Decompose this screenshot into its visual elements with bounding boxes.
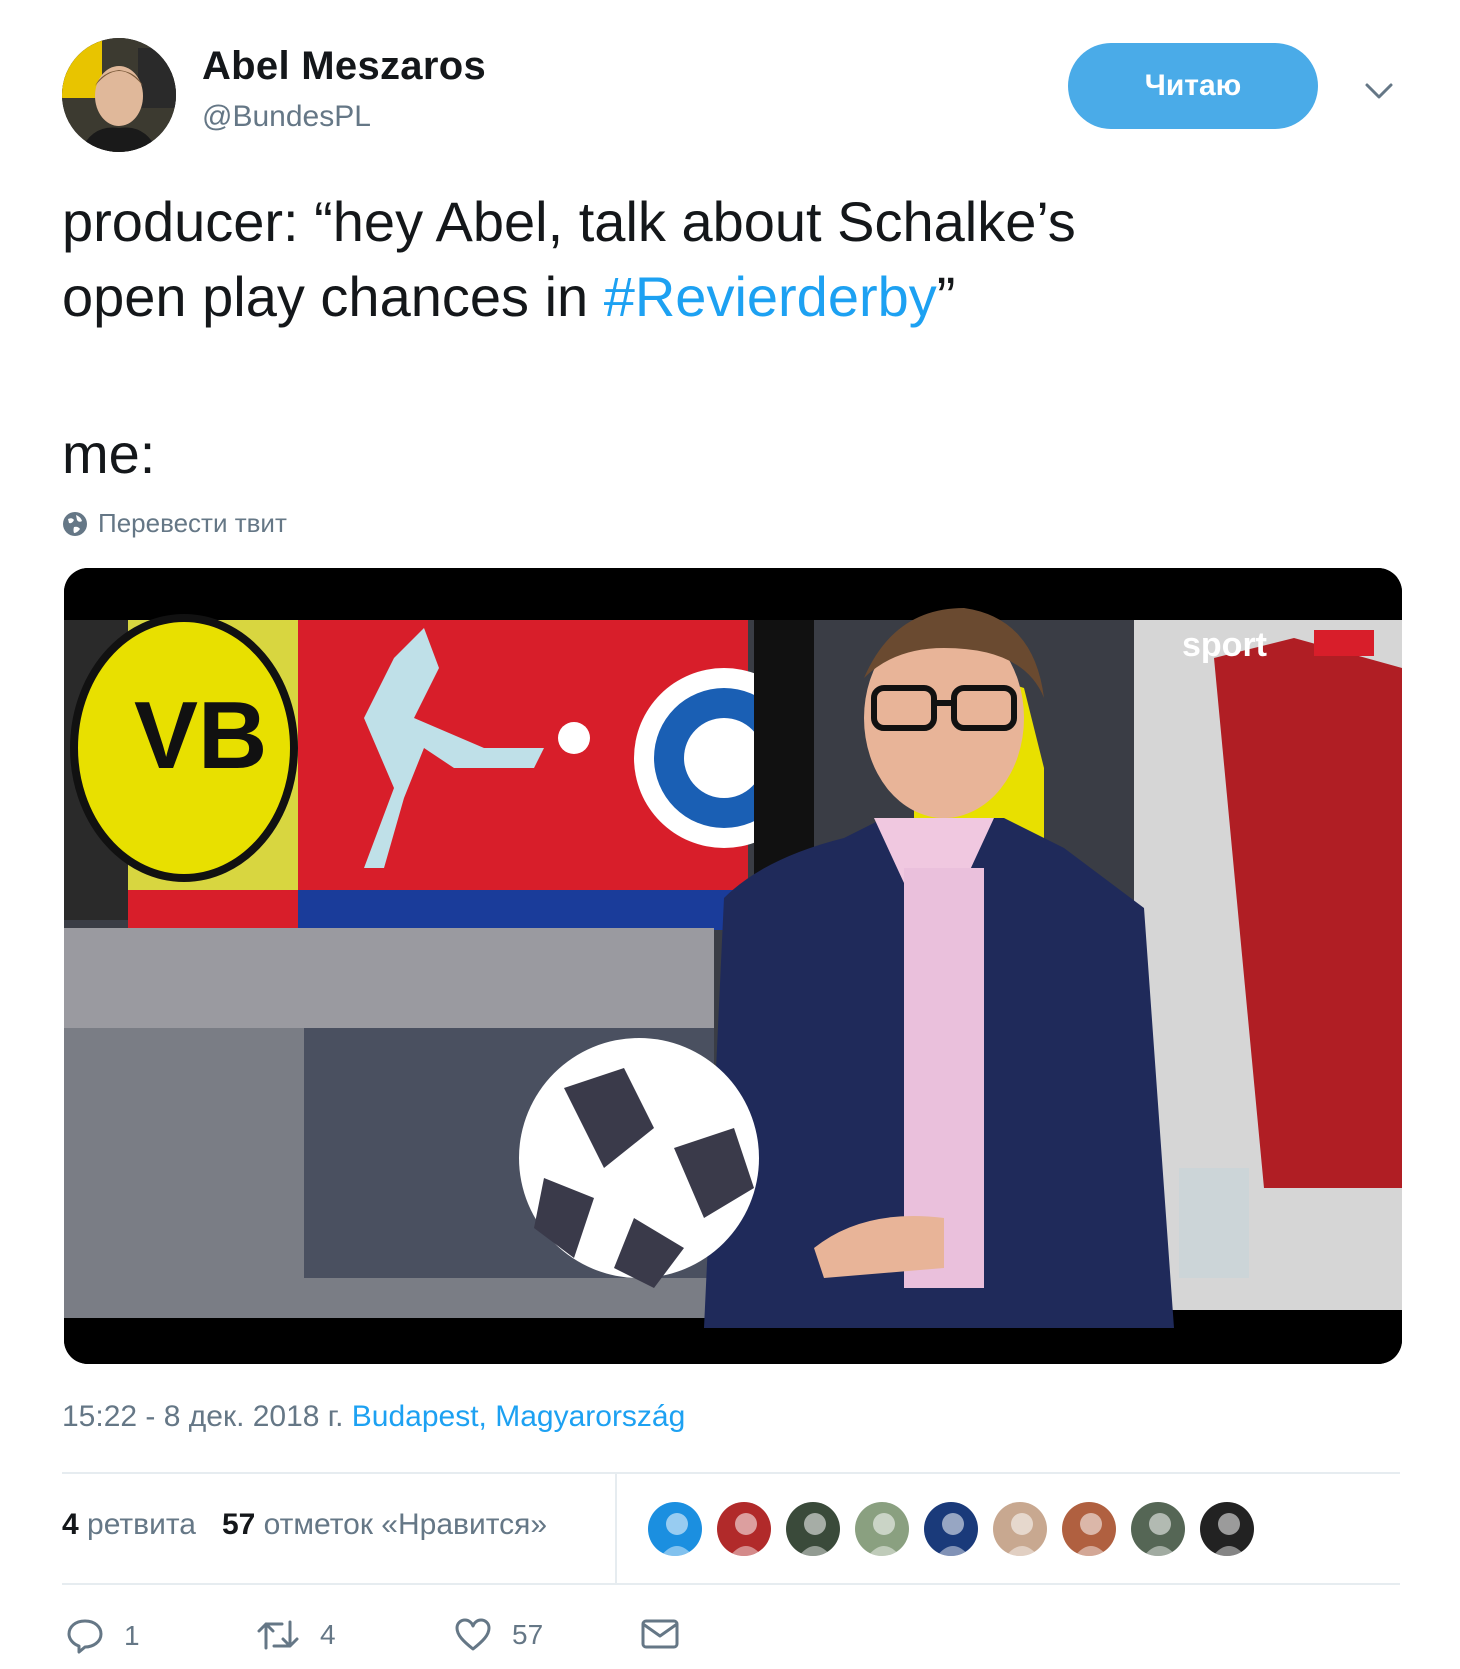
liker-avatar-icon	[1131, 1502, 1185, 1556]
time-date[interactable]: 15:22 - 8 дек. 2018 г.	[62, 1400, 343, 1433]
liker-avatar-icon	[924, 1502, 978, 1556]
liker-avatar-icon	[1062, 1502, 1116, 1556]
liker-avatar-icon	[855, 1502, 909, 1556]
avatar[interactable]	[62, 38, 176, 152]
liker-avatar[interactable]	[1198, 1500, 1256, 1558]
author-handle[interactable]: @BundesPL	[202, 100, 371, 134]
like-button[interactable]: 57	[454, 1618, 543, 1652]
liker-avatar[interactable]	[853, 1500, 911, 1558]
likes-count: 57	[221, 1508, 256, 1541]
likes-stat[interactable]: 57 отметок «Нравится»	[222, 1508, 547, 1542]
location-link[interactable]: Budapest, Magyarország	[352, 1400, 686, 1433]
liker-avatar[interactable]	[991, 1500, 1049, 1558]
likes-label: отметок «Нравится»	[263, 1508, 548, 1541]
liker-avatar-icon	[717, 1502, 771, 1556]
reply-button[interactable]: 1	[66, 1618, 140, 1654]
likers-list	[646, 1500, 1256, 1558]
tv-studio-photo-icon: VB sport	[64, 568, 1402, 1364]
direct-message-button[interactable]	[640, 1618, 680, 1650]
svg-text:sport: sport	[1182, 626, 1267, 664]
heart-icon	[455, 1618, 491, 1651]
divider	[62, 1583, 1400, 1585]
translate-tweet-link[interactable]: Перевести твит	[62, 508, 287, 539]
reply-count: 1	[124, 1620, 140, 1651]
liker-avatar[interactable]	[922, 1500, 980, 1558]
liker-avatar[interactable]	[646, 1500, 704, 1558]
liker-avatar[interactable]	[715, 1500, 773, 1558]
tweet-timestamp: 15:22 - 8 дек. 2018 г. Budapest, Magyaro…	[62, 1400, 685, 1434]
retweet-count: 4	[320, 1619, 336, 1650]
liker-avatar-icon	[1200, 1502, 1254, 1556]
retweets-stat[interactable]: 4 ретвита	[62, 1508, 196, 1542]
retweets-count: 4	[62, 1508, 79, 1541]
liker-avatar-icon	[786, 1502, 840, 1556]
envelope-icon	[641, 1619, 679, 1649]
tweet-text-me: me:	[62, 422, 156, 485]
author-name[interactable]: Abel Meszaros	[202, 44, 486, 89]
chevron-down-icon[interactable]	[1364, 80, 1394, 102]
like-count: 57	[512, 1619, 544, 1650]
liker-avatar[interactable]	[1129, 1500, 1187, 1558]
liker-avatar-icon	[993, 1502, 1047, 1556]
svg-text:VB: VB	[134, 682, 267, 789]
tweet-actions: 1 4 57	[62, 1618, 762, 1662]
retweet-icon	[257, 1620, 299, 1650]
tweet-media[interactable]: VB sport	[64, 568, 1402, 1364]
reply-icon	[67, 1619, 103, 1654]
translate-label: Перевести твит	[98, 508, 287, 538]
divider	[615, 1473, 617, 1583]
tweet-text-suffix: ”	[936, 265, 956, 328]
tweet-text: producer: “hey Abel, talk about Schalke’…	[62, 184, 1422, 334]
profile-photo-icon	[62, 38, 176, 152]
retweets-label: ретвита	[87, 1508, 196, 1541]
liker-avatar-icon	[648, 1502, 702, 1556]
tweet-stats: 4 ретвита 57 отметок «Нравится»	[62, 1508, 547, 1542]
liker-avatar[interactable]	[784, 1500, 842, 1558]
liker-avatar[interactable]	[1060, 1500, 1118, 1558]
globe-icon	[63, 511, 87, 536]
follow-button[interactable]: Читаю	[1068, 43, 1318, 129]
divider	[62, 1472, 1400, 1474]
retweet-button[interactable]: 4	[256, 1618, 336, 1652]
hashtag-link[interactable]: #Revierderby	[604, 265, 937, 328]
